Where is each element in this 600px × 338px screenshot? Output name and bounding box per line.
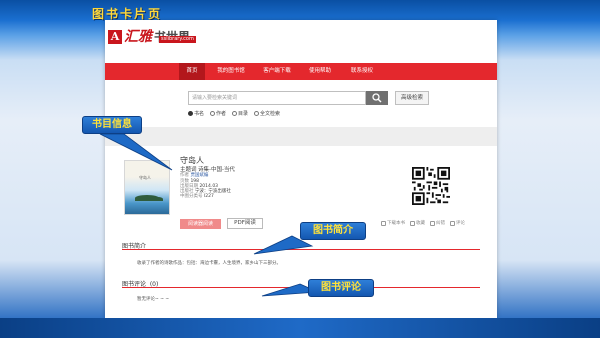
gray-divider-band <box>105 127 497 146</box>
pdf-read-button[interactable]: PDF阅读 <box>227 218 263 229</box>
comment-button[interactable]: 评论 <box>450 220 465 226</box>
advanced-search-button[interactable]: 高级检索 <box>395 91 429 105</box>
pages-label: 页数 <box>180 178 189 184</box>
nav-item-help[interactable]: 使用帮助 <box>303 63 337 80</box>
favorite-icon <box>410 220 415 226</box>
radio-icon <box>254 110 260 116</box>
book-cover[interactable]: 守岛人 <box>124 160 170 215</box>
edit-icon <box>430 220 435 226</box>
search-button[interactable] <box>366 91 388 105</box>
search-scope-options: 书名 作者 目录 全文检索 <box>188 109 280 117</box>
report-error-button[interactable]: 纠错 <box>430 220 445 226</box>
option-fulltext[interactable]: 全文检索 <box>254 110 280 117</box>
intro-divider <box>122 249 480 250</box>
logo-mark-icon: A <box>108 30 122 44</box>
search-bar: 请输入要检索关键词 高级检索 <box>188 91 429 105</box>
radio-checked-icon <box>188 110 193 116</box>
comment-icon <box>450 220 455 226</box>
class-label: 中图分类号 <box>180 194 203 200</box>
search-icon <box>372 93 382 103</box>
nav-item-client-download[interactable]: 客户端下载 <box>257 63 297 80</box>
download-icon <box>381 220 386 226</box>
cover-title: 守岛人 <box>139 175 151 180</box>
logo-name: 汇雅 <box>124 29 152 45</box>
author-label: 作者 <box>180 173 189 179</box>
qr-code-icon <box>412 167 450 205</box>
book-metadata: 主题词 诗集-中国-当代 作者 贾国斌编 页数 198 出版日期 2014.03… <box>180 167 235 200</box>
book-actions: 下载本书 收藏 纠错 评论 <box>381 220 465 226</box>
radio-icon <box>210 110 216 116</box>
intro-text: 收录了作者的诗歌作品：包括：海边卡霎，人生境界，家乡山下三部分。 <box>137 261 281 266</box>
class-value: I227 <box>203 194 214 200</box>
option-author[interactable]: 作者 <box>210 110 226 117</box>
nav-item-contact[interactable]: 联系授权 <box>345 63 379 80</box>
callout-book-info: 书目信息 <box>82 116 142 134</box>
callout-book-intro: 图书简介 <box>300 222 366 240</box>
pages-value: 198 <box>190 178 200 184</box>
download-button[interactable]: 下载本书 <box>381 220 405 226</box>
webpage-screenshot: A 汇雅 书世界 sslibrary.com 首页 我的图书馆 客户端下载 使用… <box>105 20 497 318</box>
review-empty-text: 暂无评论~ ~ ~ <box>137 297 170 302</box>
reader-read-button[interactable]: 阅读器阅读 <box>180 219 221 229</box>
callout-book-review: 图书评论 <box>308 279 374 297</box>
option-toc[interactable]: 目录 <box>232 110 248 117</box>
radio-icon <box>232 110 238 116</box>
favorite-button[interactable]: 收藏 <box>410 220 425 226</box>
nav-item-my-library[interactable]: 我的图书馆 <box>211 63 251 80</box>
author-value[interactable]: 贾国斌编 <box>190 173 208 178</box>
option-title[interactable]: 书名 <box>188 110 204 117</box>
review-divider <box>122 287 480 288</box>
nav-item-home[interactable]: 首页 <box>179 63 205 80</box>
footer-bar <box>0 318 600 338</box>
main-nav: 首页 我的图书馆 客户端下载 使用帮助 联系授权 <box>105 63 497 80</box>
book-title: 守岛人 <box>180 156 204 165</box>
cover-island-art <box>153 197 163 201</box>
logo-url: sslibrary.com <box>159 36 196 43</box>
search-input[interactable]: 请输入要检索关键词 <box>188 91 366 105</box>
